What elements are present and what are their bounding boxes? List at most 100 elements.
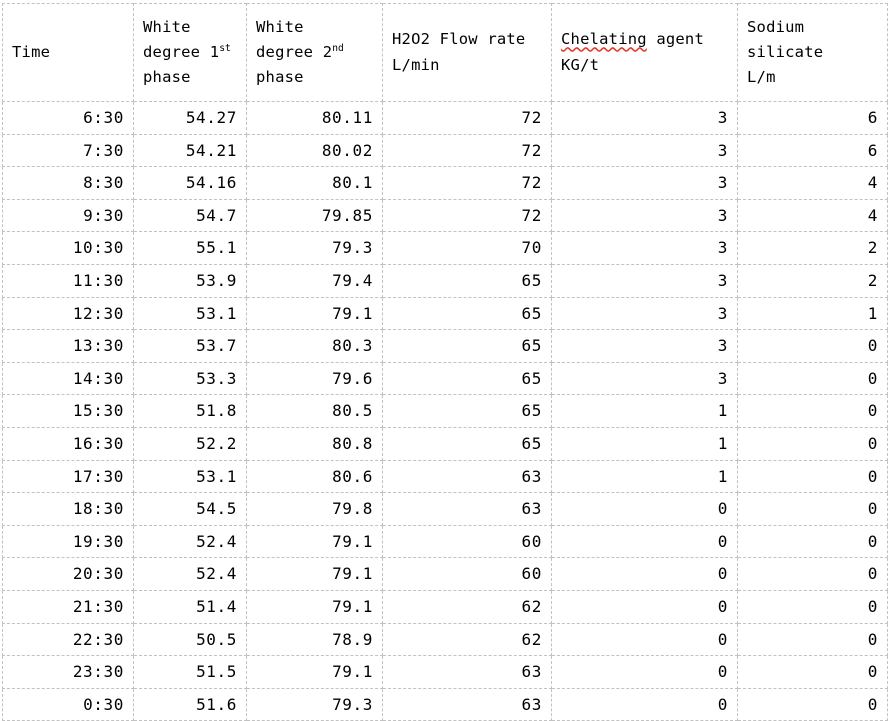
cell-wd1: 53.1	[133, 459, 247, 494]
cell-time: 8:30	[2, 166, 134, 200]
cell-wd1: 54.27	[133, 101, 247, 135]
header-line-3: phase	[256, 68, 304, 87]
cell-h2o2: 63	[382, 459, 552, 494]
cell-wd2: 79.3	[246, 687, 383, 721]
header-line-1-rest: agent	[646, 30, 704, 49]
cell-chelating: 3	[551, 231, 738, 265]
cell-time: 23:30	[2, 655, 134, 689]
cell-silicate: 0	[737, 524, 888, 559]
cell-h2o2: 72	[382, 101, 552, 135]
cell-chelating: 1	[551, 426, 738, 461]
cell-h2o2: 65	[382, 394, 552, 428]
cell-chelating: 3	[551, 198, 738, 233]
cell-silicate: 0	[737, 492, 888, 526]
cell-h2o2: 63	[382, 492, 552, 526]
cell-wd1: 52.2	[133, 426, 247, 461]
cell-time: 19:30	[2, 524, 134, 559]
header-line-3-unit: L/m	[747, 68, 776, 87]
header-line-3: phase	[143, 68, 191, 87]
process-data-table: Time White degree 1st phase White degree…	[2, 3, 888, 721]
cell-wd2: 79.3	[246, 231, 383, 265]
cell-wd2: 80.3	[246, 329, 383, 363]
table-body: 6:30 54.27 80.11 72 3 6 7:30 54.21 80.02 72 3 6 8:30…	[2, 101, 888, 721]
header-line-1: White	[256, 17, 304, 36]
cell-wd2: 80.6	[246, 459, 383, 494]
cell-wd1: 53.3	[133, 361, 247, 396]
misspelled-word: Chelating	[561, 30, 647, 49]
cell-wd1: 51.5	[133, 655, 247, 689]
cell-h2o2: 65	[382, 296, 552, 331]
cell-wd2: 80.02	[246, 133, 383, 168]
table-row: 16:30 52.2 80.8 65 1 0	[2, 426, 888, 461]
header-line-2: silicate	[747, 42, 824, 61]
cell-chelating: 0	[551, 622, 738, 657]
cell-chelating: 3	[551, 296, 738, 331]
cell-wd1: 53.7	[133, 329, 247, 363]
cell-h2o2: 70	[382, 231, 552, 265]
cell-chelating: 0	[551, 589, 738, 624]
header-line-1: H2O2 Flow rate	[392, 30, 526, 49]
cell-h2o2: 72	[382, 133, 552, 168]
cell-chelating: 1	[551, 394, 738, 428]
header-row: Time White degree 1st phase White degree…	[2, 3, 888, 102]
cell-wd1: 52.4	[133, 524, 247, 559]
header-line-2-unit: KG/t	[561, 55, 600, 74]
cell-silicate: 0	[737, 394, 888, 428]
cell-wd1: 53.1	[133, 296, 247, 331]
header-line-2: degree 1	[143, 42, 220, 61]
cell-time: 14:30	[2, 361, 134, 396]
cell-silicate: 0	[737, 622, 888, 657]
cell-h2o2: 72	[382, 198, 552, 233]
table-row: 0:30 51.6 79.3 63 0 0	[2, 687, 888, 721]
header-line-2: degree 2	[256, 42, 333, 61]
header-line-1: Sodium	[747, 17, 805, 36]
header-line-1: White	[143, 17, 191, 36]
cell-wd2: 80.8	[246, 426, 383, 461]
cell-h2o2: 65	[382, 426, 552, 461]
cell-silicate: 0	[737, 687, 888, 721]
cell-chelating: 1	[551, 459, 738, 494]
cell-h2o2: 62	[382, 589, 552, 624]
cell-time: 17:30	[2, 459, 134, 494]
cell-wd1: 51.6	[133, 687, 247, 721]
cell-chelating: 0	[551, 557, 738, 591]
table-row: 20:30 52.4 79.1 60 0 0	[2, 557, 888, 591]
table-row: 19:30 52.4 79.1 60 0 0	[2, 524, 888, 559]
cell-silicate: 6	[737, 133, 888, 168]
cell-h2o2: 72	[382, 166, 552, 200]
table-row: 7:30 54.21 80.02 72 3 6	[2, 133, 888, 168]
column-header-time-label: Time	[12, 42, 51, 61]
column-header-white-degree-2nd-phase: White degree 2nd phase	[246, 3, 383, 102]
cell-silicate: 4	[737, 166, 888, 200]
header-line-2-unit: L/min	[392, 55, 440, 74]
cell-time: 15:30	[2, 394, 134, 428]
table-row: 14:30 53.3 79.6 65 3 0	[2, 361, 888, 396]
cell-wd2: 79.4	[246, 263, 383, 298]
table-row: 17:30 53.1 80.6 63 1 0	[2, 459, 888, 494]
cell-time: 0:30	[2, 687, 134, 721]
cell-silicate: 6	[737, 101, 888, 135]
table-header: Time White degree 1st phase White degree…	[2, 3, 888, 102]
cell-chelating: 0	[551, 655, 738, 689]
column-header-h2o2-flow-rate: H2O2 Flow rate L/min	[382, 3, 552, 102]
table-row: 11:30 53.9 79.4 65 3 2	[2, 263, 888, 298]
cell-time: 16:30	[2, 426, 134, 461]
cell-time: 10:30	[2, 231, 134, 265]
cell-wd2: 79.8	[246, 492, 383, 526]
cell-chelating: 3	[551, 133, 738, 168]
table-row: 9:30 54.7 79.85 72 3 4	[2, 198, 888, 233]
cell-wd2: 80.1	[246, 166, 383, 200]
cell-wd2: 79.1	[246, 296, 383, 331]
cell-h2o2: 60	[382, 524, 552, 559]
table-row: 23:30 51.5 79.1 63 0 0	[2, 655, 888, 689]
table-row: 6:30 54.27 80.11 72 3 6	[2, 101, 888, 135]
cell-silicate: 2	[737, 231, 888, 265]
cell-silicate: 0	[737, 361, 888, 396]
cell-wd1: 54.7	[133, 198, 247, 233]
table-row: 22:30 50.5 78.9 62 0 0	[2, 622, 888, 657]
cell-chelating: 0	[551, 687, 738, 721]
cell-wd1: 50.5	[133, 622, 247, 657]
cell-silicate: 0	[737, 589, 888, 624]
cell-wd2: 79.1	[246, 524, 383, 559]
table-row: 15:30 51.8 80.5 65 1 0	[2, 394, 888, 428]
